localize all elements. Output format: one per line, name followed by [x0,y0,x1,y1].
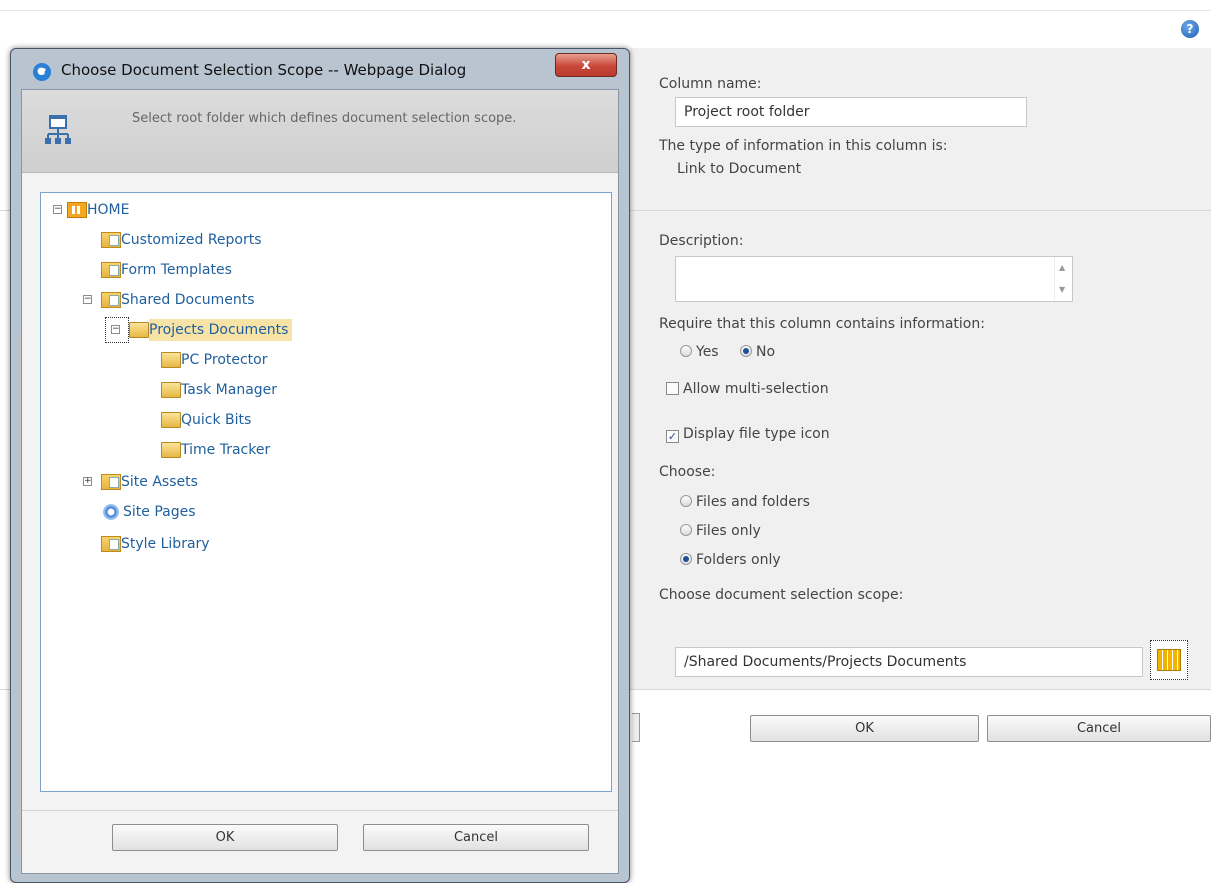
files-only-option[interactable]: Files only [680,523,761,539]
radio-selected-icon[interactable] [740,345,752,357]
scope-input[interactable]: /Shared Documents/Projects Documents [675,647,1143,677]
choose-scope-button[interactable] [1150,640,1188,680]
help-icon[interactable]: ? [1181,20,1199,38]
radio-icon[interactable] [680,345,692,357]
tree-node-form-templates[interactable]: Form Templates [101,259,232,281]
close-icon[interactable]: x [555,53,617,77]
dialog-cancel-button[interactable]: Cancel [363,824,589,851]
checkbox-icon[interactable] [666,382,679,395]
background-button-edge [632,713,640,742]
collapse-icon[interactable]: − [111,325,120,334]
scroll-down-icon[interactable]: ▼ [1059,285,1065,294]
library-icon [101,262,121,278]
scroll-up-icon[interactable]: ▲ [1059,263,1065,272]
tree-label: PC Protector [181,352,268,368]
folders-only-label: Folders only [696,552,781,568]
tree-label: Customized Reports [121,232,262,248]
tree-label: Site Assets [121,474,198,490]
type-value: Link to Document [677,161,802,177]
tree-label: Quick Bits [181,412,252,428]
tree-node-pc-protector[interactable]: PC Protector [161,349,268,371]
dialog-body: Select root folder which defines documen… [21,89,619,874]
display-icon-label: Display file type icon [683,426,830,442]
cancel-button[interactable]: Cancel [987,715,1211,742]
tree-label: HOME [87,202,130,218]
ok-button[interactable]: OK [750,715,979,742]
dialog-header: Select root folder which defines documen… [22,90,618,173]
radio-selected-icon[interactable] [680,553,692,565]
ie-icon: e [33,63,51,81]
checkbox-checked-icon[interactable]: ✓ [666,430,679,443]
folders-only-option[interactable]: Folders only [680,552,781,568]
radio-icon[interactable] [680,495,692,507]
tree-label: Task Manager [181,382,278,398]
tree-node-shared-documents[interactable]: − Shared Documents [83,289,255,311]
folder-icon [129,322,149,338]
tree-label: Time Tracker [181,442,271,458]
tree-node-task-manager[interactable]: Task Manager [161,379,277,401]
dialog-titlebar[interactable]: e Choose Document Selection Scope -- Web… [11,49,629,91]
collapse-icon[interactable]: − [53,205,62,214]
library-icon [101,232,121,248]
choose-label: Choose: [659,464,716,480]
scope-label: Choose document selection scope: [659,587,904,603]
require-yes-label: Yes [696,344,719,360]
tree-node-time-tracker[interactable]: Time Tracker [161,439,270,461]
dialog-ok-button[interactable]: OK [112,824,338,851]
files-and-folders-label: Files and folders [696,494,810,510]
radio-icon[interactable] [680,524,692,536]
type-label: The type of information in this column i… [659,138,948,154]
description-label: Description: [659,233,744,249]
description-input[interactable]: ▲ ▼ [675,256,1073,302]
library-icon [101,536,121,552]
folder-icon [161,412,181,428]
library-icon [101,474,121,490]
dialog-instructions: Select root folder which defines documen… [132,111,517,126]
folder-icon [161,442,181,458]
tree-label: Style Library [121,536,210,552]
allow-multi-label: Allow multi-selection [683,381,829,397]
description-scrollbar[interactable]: ▲ ▼ [1054,257,1072,301]
library-icon [101,292,121,308]
site-pages-icon [103,504,119,520]
column-name-section [630,48,1211,210]
tree-node-site-pages[interactable]: Site Pages [103,501,196,523]
require-label: Require that this column contains inform… [659,316,985,332]
folder-icon [161,382,181,398]
tree-node-quick-bits[interactable]: Quick Bits [161,409,251,431]
column-name-input[interactable]: Project root folder [675,97,1027,127]
tree-node-style-library[interactable]: Style Library [101,533,210,555]
tree-label-selected: Projects Documents [149,319,293,341]
top-divider [0,10,1211,11]
site-home-icon [67,202,87,218]
files-and-folders-option[interactable]: Files and folders [680,494,810,510]
dialog-title: Choose Document Selection Scope -- Webpa… [61,61,467,79]
document-scope-dialog: e Choose Document Selection Scope -- Web… [10,48,630,883]
tree-node-customized-reports[interactable]: Customized Reports [101,229,262,251]
require-no-option[interactable]: No [740,344,775,360]
files-only-label: Files only [696,523,761,539]
tree-node-home[interactable]: − HOME [53,199,129,221]
folder-tree[interactable]: − HOME Customized Reports Form Templates… [40,192,612,792]
display-file-icon-checkbox[interactable]: ✓ Display file type icon [666,426,830,443]
browse-grid-icon [1157,649,1181,671]
tree-label: Form Templates [121,262,232,278]
tree-node-projects-documents[interactable]: − Projects Documents [111,319,293,341]
collapse-icon[interactable]: − [83,295,92,304]
require-no-label: No [756,344,776,360]
expand-icon[interactable]: + [83,477,92,486]
tree-label: Site Pages [123,504,196,520]
tree-label: Shared Documents [121,292,255,308]
tree-node-site-assets[interactable]: + Site Assets [83,471,198,493]
folder-icon [161,352,181,368]
column-name-label: Column name: [659,76,762,92]
org-chart-icon [45,115,71,144]
section-divider [630,689,1211,690]
allow-multi-selection-checkbox[interactable]: Allow multi-selection [666,381,829,397]
dialog-footer-divider [22,810,618,811]
require-yes-option[interactable]: Yes [680,344,719,360]
